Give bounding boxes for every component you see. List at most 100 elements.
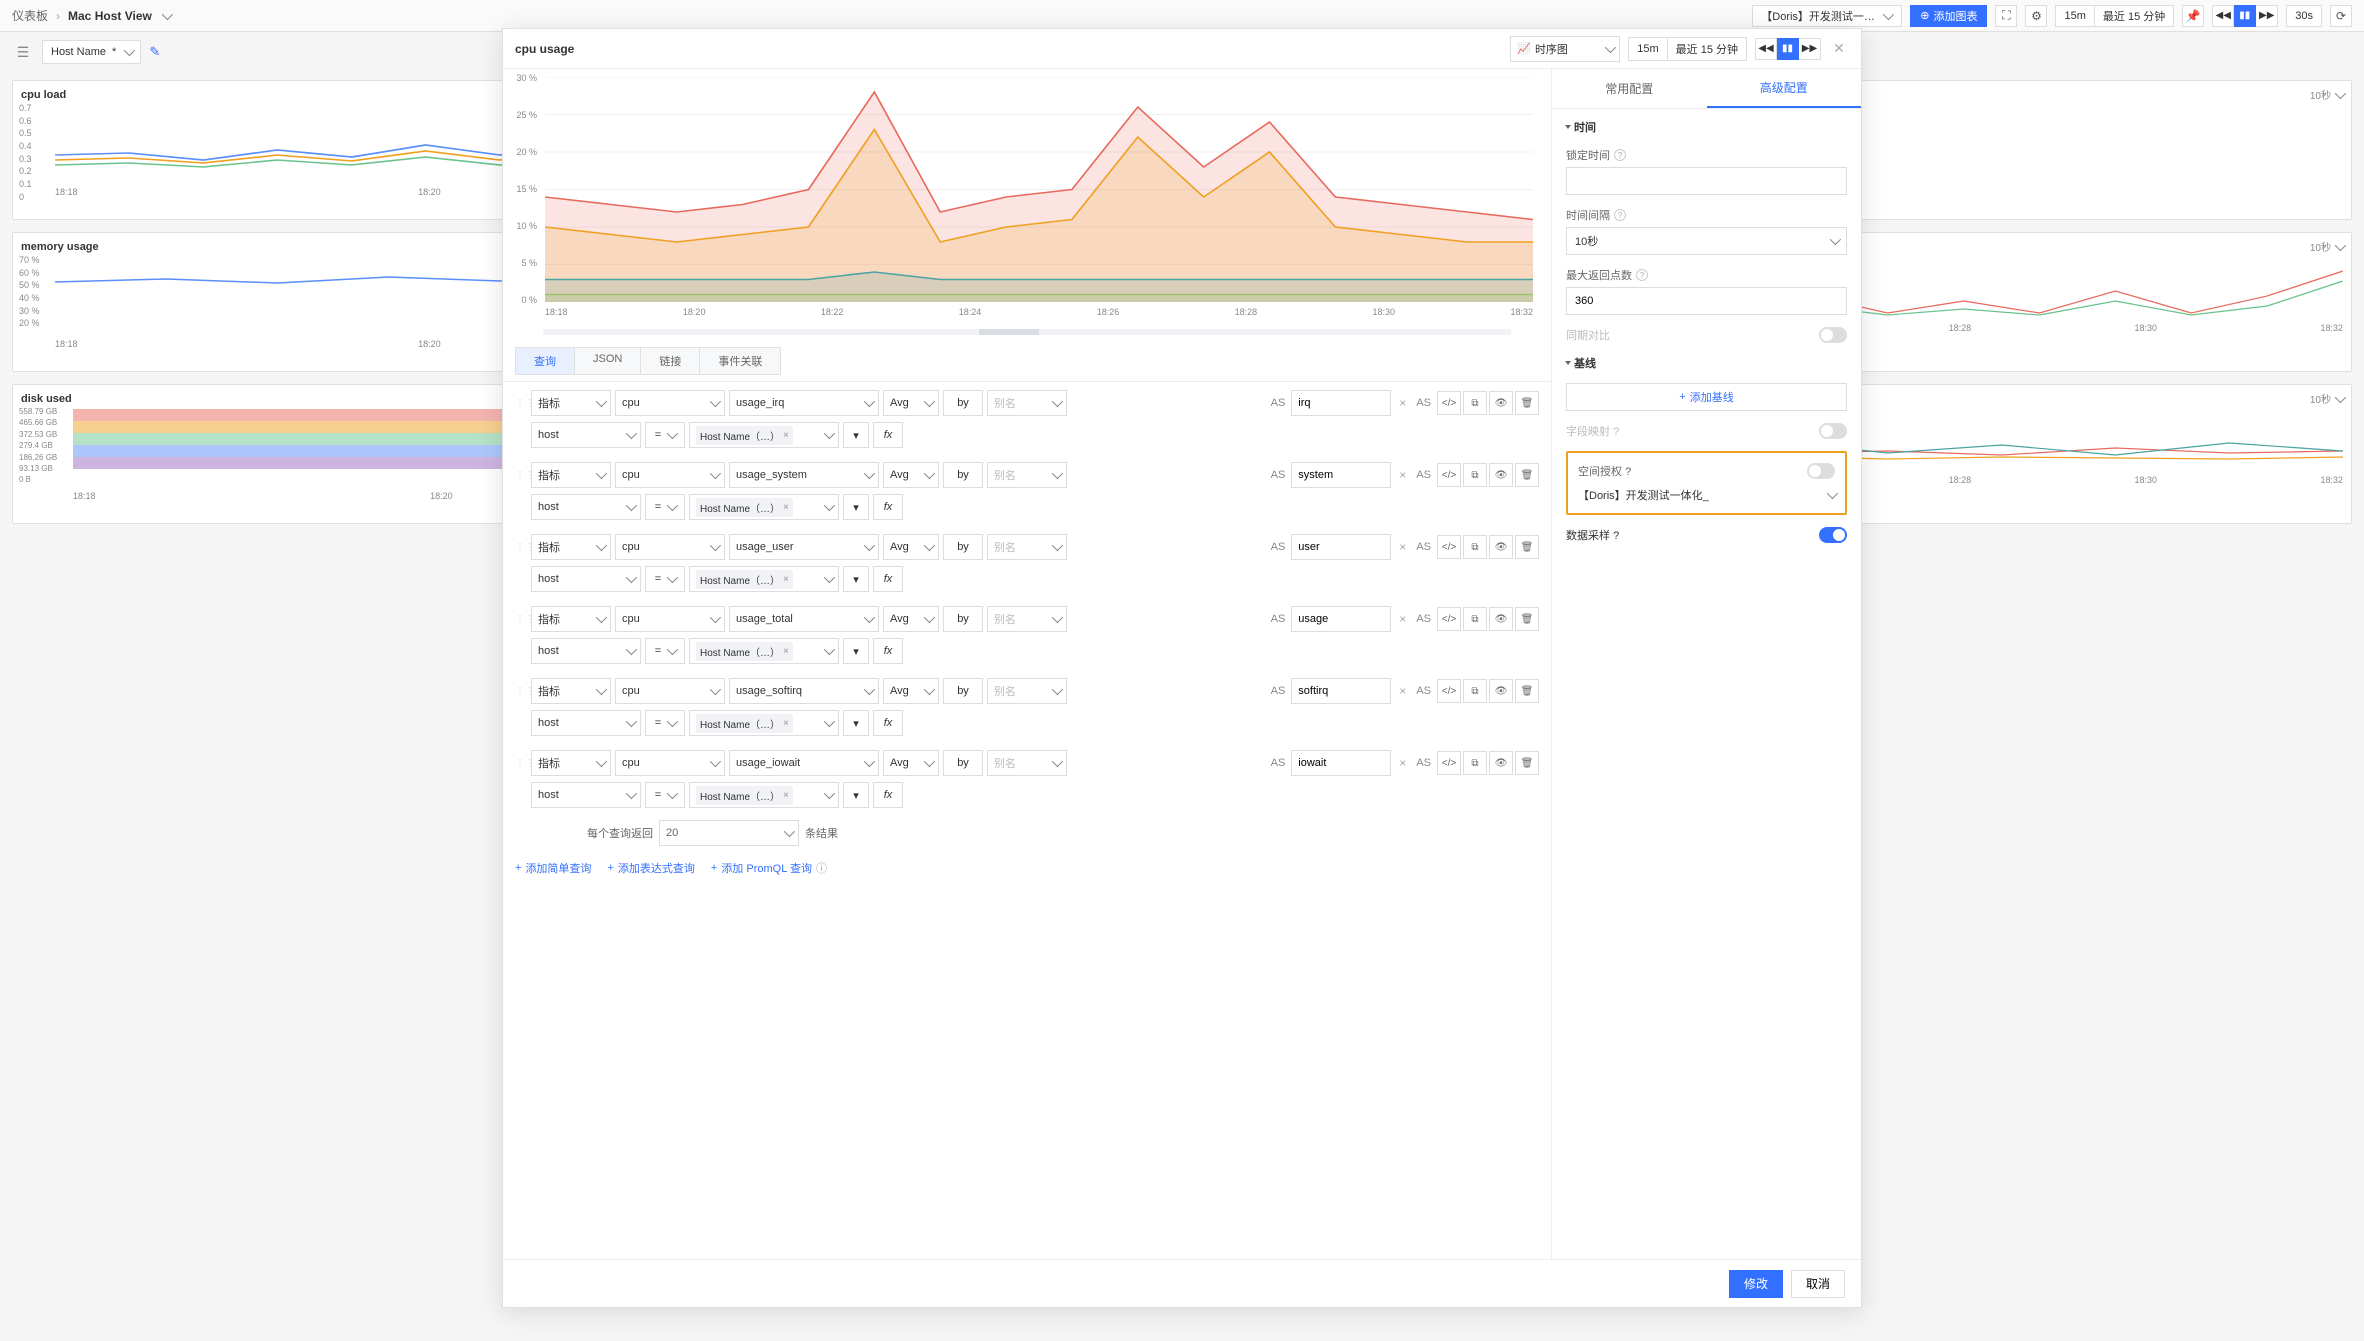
filter-value-selector[interactable]: Host Name（…） ×	[689, 710, 839, 736]
copy-icon[interactable]: ⧉	[1463, 751, 1487, 775]
drag-handle[interactable]: ⋮⋮	[515, 686, 527, 697]
step-back-button[interactable]: ◀◀	[2212, 5, 2234, 27]
tab-link[interactable]: 链接	[641, 347, 700, 375]
step-forward-button[interactable]: ▶▶	[2256, 5, 2278, 27]
fx-button[interactable]: fx	[873, 422, 903, 448]
remove-chip-icon[interactable]: ×	[783, 718, 789, 729]
time-range-long[interactable]: 最近 15 分钟	[2095, 5, 2174, 27]
groupby-input[interactable]: 别名	[987, 390, 1067, 416]
delete-icon[interactable]: 🗑	[1515, 463, 1539, 487]
visibility-icon[interactable]: 👁	[1489, 391, 1513, 415]
environment-selector[interactable]: 【Doris】开发测试一…	[1752, 5, 1902, 27]
filter-icon[interactable]: ▾	[843, 782, 869, 808]
alias-input[interactable]	[1291, 534, 1391, 560]
source-selector[interactable]: cpu	[615, 678, 725, 704]
help-icon[interactable]: ?	[1625, 466, 1631, 478]
by-selector[interactable]: by	[943, 534, 983, 560]
filter-tag-selector[interactable]: host	[531, 494, 641, 520]
delete-icon[interactable]: 🗑	[1515, 535, 1539, 559]
step-back-button[interactable]: ◀◀	[1755, 38, 1777, 60]
group-time[interactable]: 时间	[1566, 119, 1847, 135]
metric-type-selector[interactable]: 指标	[531, 534, 611, 560]
help-icon[interactable]: ?	[1613, 426, 1619, 438]
aggregation-selector[interactable]: Avg	[883, 390, 939, 416]
filter-icon[interactable]: ▾	[843, 638, 869, 664]
groupby-input[interactable]: 别名	[987, 678, 1067, 704]
limit-selector[interactable]: 20	[659, 820, 799, 846]
field-selector[interactable]: usage_user	[729, 534, 879, 560]
time-range-selector[interactable]: 15m 最近 15 分钟	[2055, 5, 2174, 27]
clear-icon[interactable]: ×	[1395, 756, 1410, 770]
chart-type-selector[interactable]: 📈 时序图	[1510, 36, 1620, 62]
filter-tag-selector[interactable]: host	[531, 782, 641, 808]
clear-icon[interactable]: ×	[1395, 540, 1410, 554]
modal-tr-short[interactable]: 15m	[1628, 37, 1667, 61]
remove-chip-icon[interactable]: ×	[783, 502, 789, 513]
host-name-chip[interactable]: Host Name（…） ×	[696, 642, 793, 661]
filter-value-selector[interactable]: Host Name（…） ×	[689, 782, 839, 808]
code-icon[interactable]: </>	[1437, 679, 1461, 703]
breadcrumb-root[interactable]: 仪表板	[12, 7, 48, 24]
remove-chip-icon[interactable]: ×	[783, 574, 789, 585]
filter-value-selector[interactable]: Host Name（…） ×	[689, 494, 839, 520]
metric-type-selector[interactable]: 指标	[531, 390, 611, 416]
time-range-short[interactable]: 15m	[2055, 5, 2094, 27]
groupby-input[interactable]: 别名	[987, 534, 1067, 560]
copy-icon[interactable]: ⧉	[1463, 463, 1487, 487]
lock-time-input[interactable]	[1566, 167, 1847, 195]
metric-type-selector[interactable]: 指标	[531, 606, 611, 632]
aggregation-selector[interactable]: Avg	[883, 462, 939, 488]
group-baseline[interactable]: 基线	[1566, 355, 1847, 371]
source-selector[interactable]: cpu	[615, 606, 725, 632]
code-icon[interactable]: </>	[1437, 607, 1461, 631]
alias-input[interactable]	[1291, 678, 1391, 704]
space-auth-selector[interactable]: 【Doris】开发测试一体化_	[1578, 487, 1835, 503]
help-icon[interactable]: ?	[1636, 269, 1648, 281]
confirm-button[interactable]: 修改	[1729, 1270, 1783, 1298]
drag-handle[interactable]: ⋮⋮	[515, 542, 527, 553]
by-selector[interactable]: by	[943, 606, 983, 632]
cancel-button[interactable]: 取消	[1791, 1270, 1845, 1298]
field-selector[interactable]: usage_iowait	[729, 750, 879, 776]
visibility-icon[interactable]: 👁	[1489, 463, 1513, 487]
source-selector[interactable]: cpu	[615, 462, 725, 488]
tab-common-config[interactable]: 常用配置	[1552, 69, 1707, 108]
switch-off[interactable]	[1819, 423, 1847, 439]
host-name-chip[interactable]: Host Name（…） ×	[696, 426, 793, 445]
filter-op-selector[interactable]: =	[645, 782, 685, 808]
aggregation-selector[interactable]: Avg	[883, 678, 939, 704]
close-icon[interactable]: ✕	[1829, 39, 1849, 59]
aggregation-selector[interactable]: Avg	[883, 534, 939, 560]
source-selector[interactable]: cpu	[615, 390, 725, 416]
copy-icon[interactable]: ⧉	[1463, 679, 1487, 703]
filter-icon[interactable]: ▾	[843, 422, 869, 448]
host-name-chip[interactable]: Host Name（…） ×	[696, 714, 793, 733]
modal-time-range[interactable]: 15m 最近 15 分钟	[1628, 37, 1747, 61]
help-icon[interactable]: ?	[1614, 209, 1626, 221]
host-name-chip[interactable]: Host Name（…） ×	[696, 570, 793, 589]
filter-op-selector[interactable]: =	[645, 710, 685, 736]
groupby-input[interactable]: 别名	[987, 462, 1067, 488]
help-icon[interactable]: ?	[1614, 149, 1626, 161]
remove-chip-icon[interactable]: ×	[783, 790, 789, 801]
filter-icon[interactable]: ▾	[843, 494, 869, 520]
tab-advanced-config[interactable]: 高级配置	[1707, 69, 1862, 108]
code-icon[interactable]: </>	[1437, 751, 1461, 775]
copy-icon[interactable]: ⧉	[1463, 607, 1487, 631]
filter-value-selector[interactable]: Host Name（…） ×	[689, 566, 839, 592]
tab-query[interactable]: 查询	[515, 347, 575, 375]
filter-tag-selector[interactable]: host	[531, 710, 641, 736]
drag-handle[interactable]: ⋮⋮	[515, 614, 527, 625]
alias-input[interactable]	[1291, 462, 1391, 488]
clear-icon[interactable]: ×	[1395, 468, 1410, 482]
source-selector[interactable]: cpu	[615, 750, 725, 776]
alias-input[interactable]	[1291, 750, 1391, 776]
alias-input[interactable]	[1291, 606, 1391, 632]
field-selector[interactable]: usage_softirq	[729, 678, 879, 704]
filter-icon[interactable]: ▾	[843, 566, 869, 592]
aggregation-selector[interactable]: Avg	[883, 606, 939, 632]
filter-variable[interactable]: Host Name *	[42, 40, 141, 64]
clear-icon[interactable]: ×	[1395, 684, 1410, 698]
alias-input[interactable]	[1291, 390, 1391, 416]
edit-icon[interactable]: ✎	[149, 44, 160, 60]
